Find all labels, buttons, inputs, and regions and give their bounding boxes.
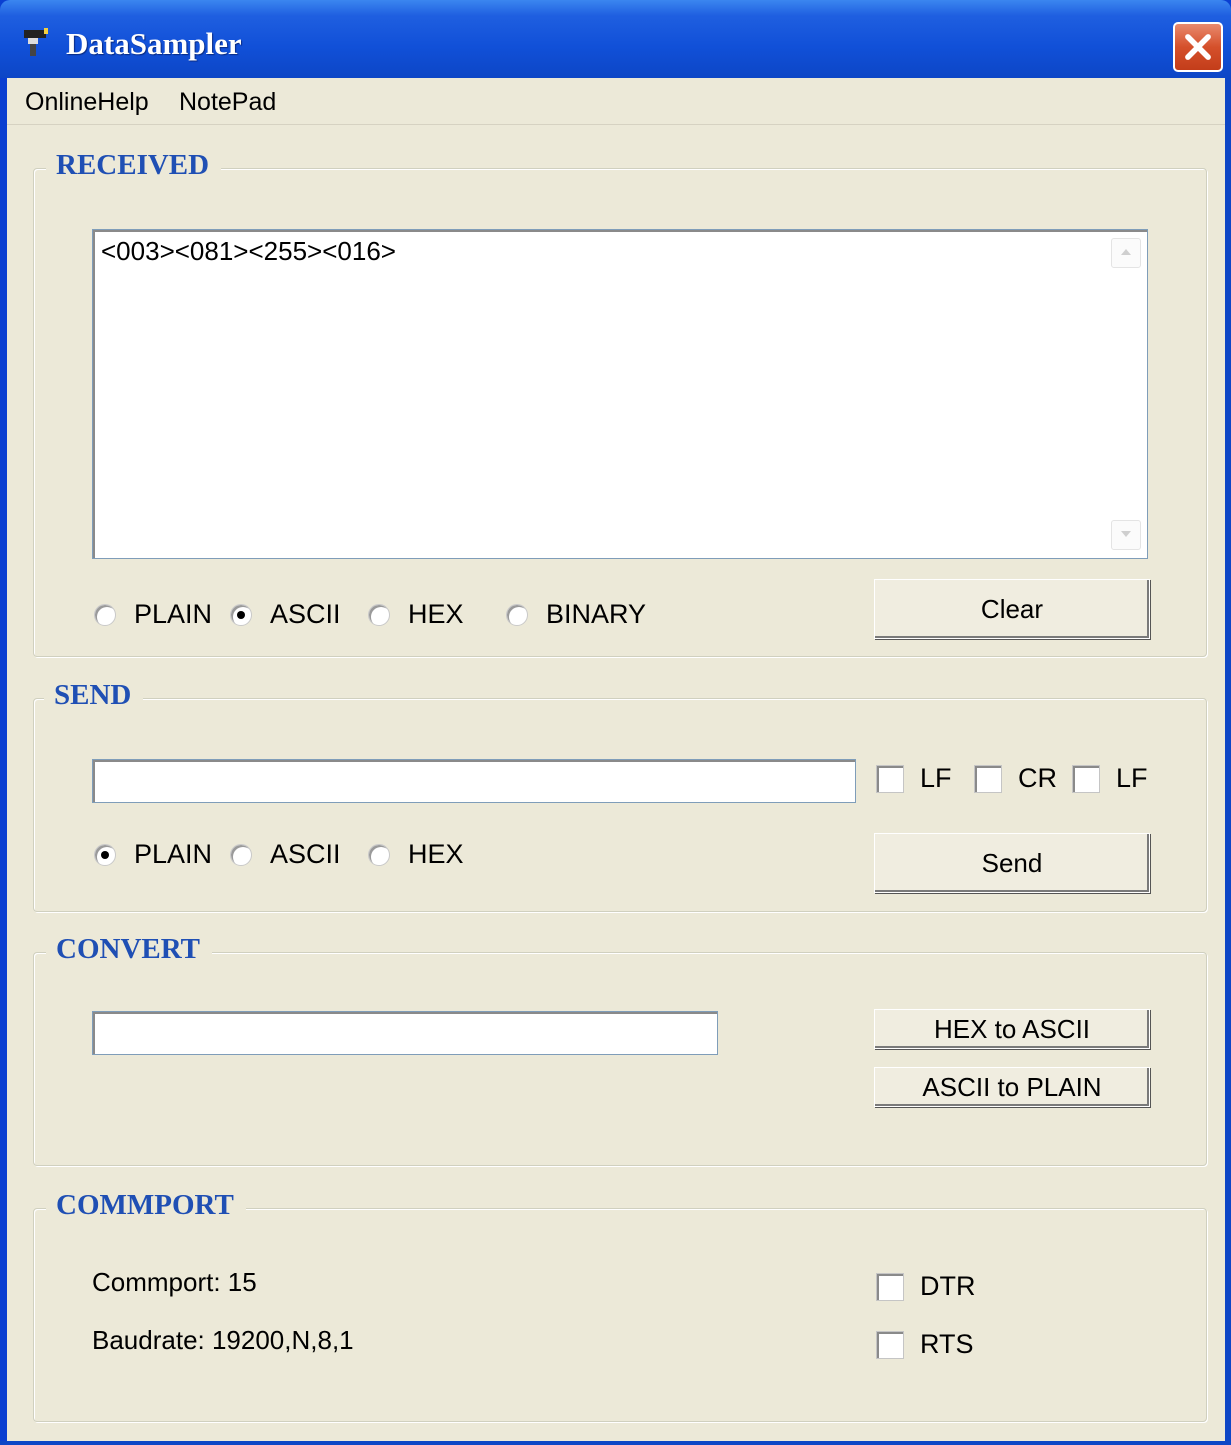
commport-value: Commport: 15	[92, 1267, 257, 1297]
send-radio-plain[interactable]: PLAIN	[94, 839, 212, 870]
received-radio-binary[interactable]: BINARY	[506, 599, 646, 630]
radio-selected-dot	[101, 850, 109, 859]
commport-title: COMMPORT	[46, 1189, 246, 1222]
radio-label: ASCII	[270, 599, 341, 629]
commport-group: COMMPORT Commport: 15 Baudrate: 19200,N,…	[33, 1189, 1207, 1422]
send-checkbox-cr[interactable]: CR	[974, 763, 1057, 794]
hex-to-ascii-button[interactable]: HEX to ASCII	[874, 1009, 1150, 1049]
radio-circle-icon	[368, 603, 390, 626]
checkbox-icon	[876, 1272, 904, 1301]
client-area: OnlineHelp NotePad RECEIVED <003><081><2…	[7, 78, 1225, 1441]
ascii-to-plain-button[interactable]: ASCII to PLAIN	[874, 1067, 1150, 1107]
radio-label: ASCII	[270, 839, 341, 869]
radio-selected-dot	[237, 610, 245, 619]
send-radio-ascii[interactable]: ASCII	[230, 839, 341, 870]
checkbox-icon	[1072, 764, 1100, 793]
checkbox-label: DTR	[920, 1271, 976, 1301]
menu-onlinehelp[interactable]: OnlineHelp	[25, 88, 149, 117]
send-input[interactable]	[92, 759, 856, 803]
checkbox-icon	[876, 1330, 904, 1359]
radio-circle-icon	[506, 603, 528, 626]
menu-bar: OnlineHelp NotePad	[7, 78, 1225, 125]
checkbox-label: CR	[1018, 763, 1057, 793]
radio-label: HEX	[408, 599, 464, 629]
checkbox-label: LF	[1116, 763, 1148, 793]
scroll-up-button[interactable]	[1111, 238, 1141, 268]
radio-label: HEX	[408, 839, 464, 869]
radio-label: PLAIN	[134, 599, 213, 629]
radio-circle-icon	[94, 603, 116, 626]
title-bar[interactable]: DataSampler	[0, 0, 1231, 78]
send-group: SEND LF CR LF PLAIN ASCII HEX Send	[33, 679, 1207, 912]
window-frame-bottom	[0, 1441, 1231, 1445]
window-frame-right	[1225, 78, 1231, 1445]
radio-label: BINARY	[546, 599, 647, 629]
radio-circle-icon	[94, 843, 116, 866]
app-icon	[24, 28, 48, 56]
clear-button[interactable]: Clear	[874, 579, 1150, 639]
checkbox-label: LF	[920, 763, 952, 793]
dtr-checkbox[interactable]: DTR	[876, 1271, 976, 1302]
received-group: RECEIVED <003><081><255><016> PLAIN ASCI…	[33, 149, 1207, 657]
radio-circle-icon	[368, 843, 390, 866]
menu-notepad[interactable]: NotePad	[179, 88, 276, 117]
checkbox-icon	[974, 764, 1002, 793]
received-radio-plain[interactable]: PLAIN	[94, 599, 212, 630]
received-radio-ascii[interactable]: ASCII	[230, 599, 341, 630]
send-checkbox-lf-1[interactable]: LF	[876, 763, 952, 794]
received-title: RECEIVED	[46, 149, 222, 182]
convert-group: CONVERT HEX to ASCII ASCII to PLAIN	[33, 933, 1207, 1166]
close-icon[interactable]	[1173, 22, 1223, 72]
received-radio-hex[interactable]: HEX	[368, 599, 464, 630]
radio-label: PLAIN	[134, 839, 213, 869]
radio-circle-icon	[230, 843, 252, 866]
send-checkbox-lf-2[interactable]: LF	[1072, 763, 1148, 794]
window-title: DataSampler	[66, 26, 242, 61]
received-textarea[interactable]: <003><081><255><016>	[92, 229, 1148, 559]
send-radio-hex[interactable]: HEX	[368, 839, 464, 870]
convert-input[interactable]	[92, 1011, 718, 1055]
scroll-down-button[interactable]	[1111, 520, 1141, 550]
scroll-down-icon	[1121, 531, 1131, 537]
radio-circle-icon	[230, 603, 252, 626]
rts-checkbox[interactable]: RTS	[876, 1329, 974, 1360]
scroll-up-icon	[1121, 249, 1131, 255]
received-text: <003><081><255><016>	[101, 236, 396, 266]
checkbox-label: RTS	[920, 1329, 974, 1359]
send-button[interactable]: Send	[874, 833, 1150, 893]
send-title: SEND	[44, 679, 144, 712]
checkbox-icon	[876, 764, 904, 793]
convert-title: CONVERT	[46, 933, 212, 966]
baudrate-value: Baudrate: 19200,N,8,1	[92, 1325, 354, 1355]
app-window: DataSampler OnlineHelp NotePad RECEIVED …	[0, 0, 1231, 1445]
